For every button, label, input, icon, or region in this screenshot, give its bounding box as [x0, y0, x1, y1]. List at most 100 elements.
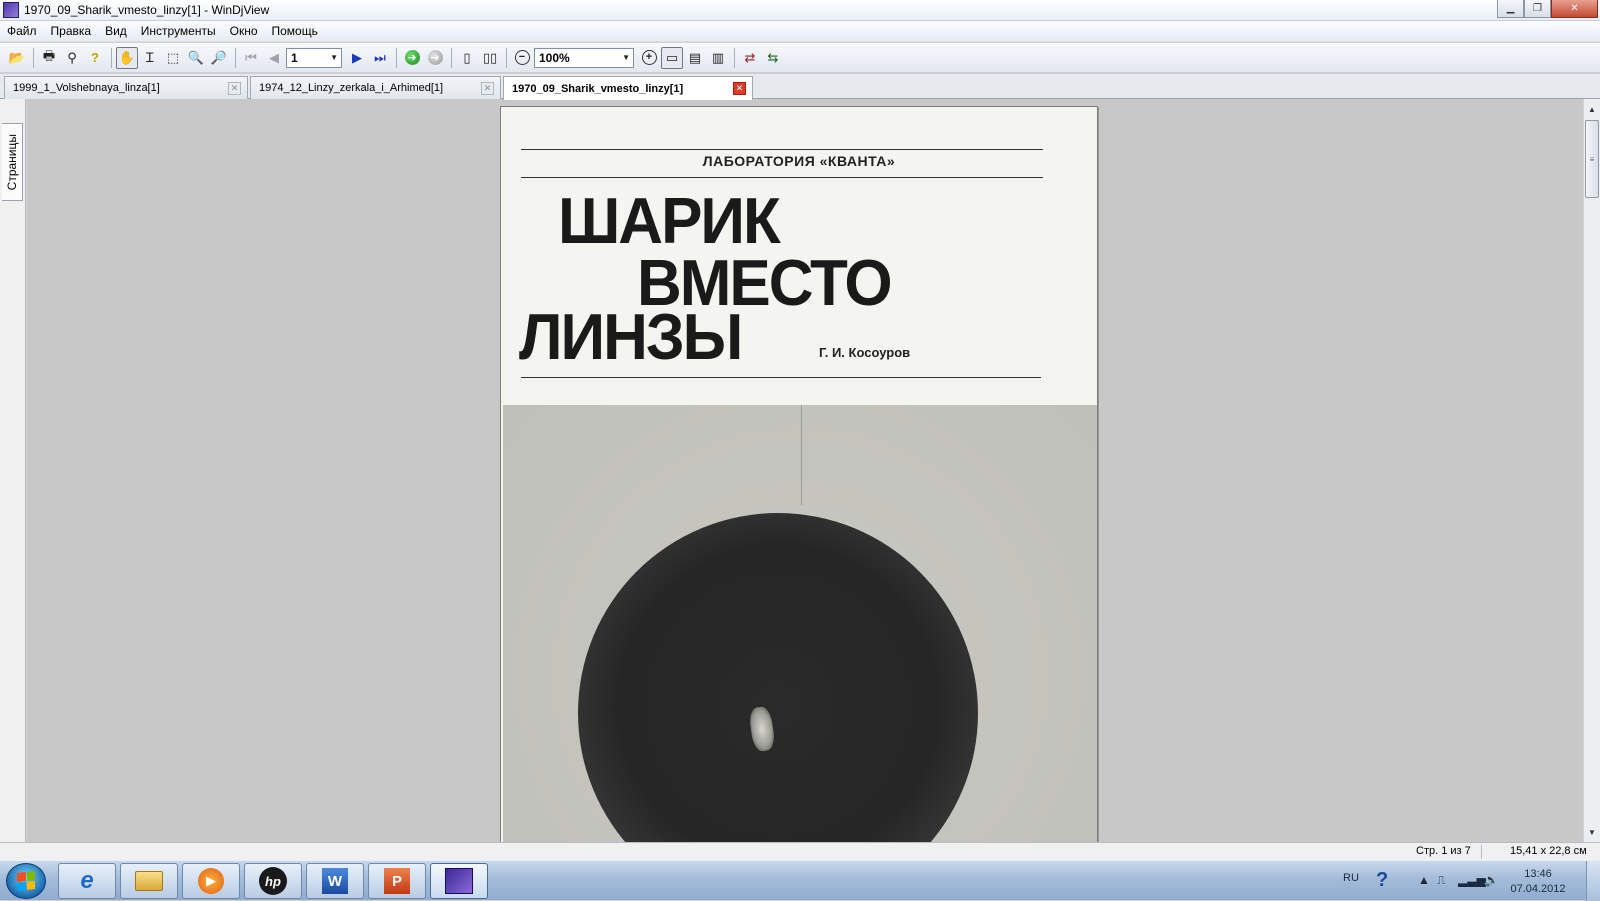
select-rectangle-icon[interactable]: ⬚ — [162, 47, 184, 69]
rotate-left-icon[interactable]: ⇄ — [739, 47, 761, 69]
tab-sharik-vmesto-linzy[interactable]: 1970_09_Sharik_vmesto_linzy[1] ✕ — [503, 76, 753, 100]
tab-label: 1974_12_Linzy_zerkala_i_Arhimed[1] — [259, 82, 444, 94]
scroll-up-icon[interactable]: ▲ — [1584, 101, 1600, 117]
title-rule-bottom — [521, 377, 1041, 378]
page-header: ЛАБОРАТОРИЯ «КВАНТА» — [702, 153, 896, 169]
close-tab-icon[interactable]: ✕ — [481, 82, 494, 95]
back-icon[interactable]: ➜ — [424, 47, 446, 69]
status-bar: Стр. 1 из 7 15,41 x 22,8 см — [0, 842, 1600, 860]
show-desktop-button[interactable] — [1586, 861, 1600, 901]
windjview-icon — [445, 868, 473, 894]
usb-device-icon[interactable]: ⎍ — [1437, 873, 1445, 888]
powerpoint-icon: P — [384, 868, 410, 894]
toolbar-separator — [506, 47, 507, 68]
close-tab-icon[interactable]: ✕ — [733, 82, 746, 95]
status-page-count: Стр. 1 из 7 — [1416, 845, 1482, 859]
tab-linzy-zerkala[interactable]: 1974_12_Linzy_zerkala_i_Arhimed[1] ✕ — [250, 76, 501, 99]
prev-page-icon[interactable]: ◀ — [263, 47, 285, 69]
toolbar-separator — [451, 47, 452, 68]
menu-view[interactable]: Вид — [98, 24, 134, 38]
windows-flag-icon — [17, 871, 35, 891]
network-signal-icon[interactable]: ▂▃▅ — [1458, 873, 1486, 887]
fit-page-icon[interactable]: ▭ — [661, 46, 683, 69]
actual-size-icon[interactable]: ▥ — [707, 47, 729, 69]
last-page-icon[interactable]: ⏭ — [369, 47, 391, 69]
forward-icon[interactable]: ➜ — [401, 47, 423, 69]
volume-icon[interactable]: 🔈 — [1484, 873, 1499, 887]
taskbar-windjview[interactable] — [430, 863, 488, 899]
sphere-photograph — [503, 405, 1097, 842]
minimize-button[interactable]: ▁ — [1497, 0, 1524, 18]
page-number-combo[interactable]: 1 ▼ — [286, 47, 342, 68]
scrollbar-thumb[interactable]: ≡ — [1585, 120, 1599, 198]
clock-date: 07.04.2012 — [1510, 883, 1566, 895]
page-number-value: 1 — [291, 50, 298, 65]
tab-label: 1999_1_Volshebnaya_linza[1] — [13, 82, 160, 94]
photo-crease — [801, 405, 802, 505]
title-bar: 1970_09_Sharik_vmesto_linzy[1] - WinDjVi… — [0, 0, 1600, 21]
menu-edit[interactable]: Правка — [44, 24, 99, 38]
rotate-right-icon[interactable]: ⇆ — [762, 47, 784, 69]
scroll-down-icon[interactable]: ▼ — [1584, 824, 1600, 840]
chevron-down-icon: ▼ — [330, 53, 338, 62]
menu-bar: Файл Правка Вид Инструменты Окно Помощь — [0, 21, 1600, 42]
toolbar: 📂 🖶 ⚲ ? ✋ Ꮖ ⬚ 🔍 🔎 ⏮ ◀ 1 ▼ ▶ ⏭ ➜ ➜ ▯ ▯▯ −… — [0, 43, 1600, 73]
open-folder-icon[interactable]: 📂 — [6, 47, 28, 69]
single-page-icon[interactable]: ▯ — [456, 47, 478, 69]
pages-panel-tab[interactable]: Страницы — [2, 123, 23, 201]
taskbar-powerpoint[interactable]: P — [368, 863, 426, 899]
title-line-3: ЛИНЗЫ — [519, 301, 743, 374]
zoom-rect-icon[interactable]: 🔎 — [208, 47, 230, 69]
zoom-combo[interactable]: 100% ▼ — [534, 47, 634, 68]
next-page-icon[interactable]: ▶ — [346, 47, 368, 69]
select-text-icon[interactable]: Ꮖ — [139, 47, 161, 69]
tab-volshebnaya-linza[interactable]: 1999_1_Volshebnaya_linza[1] ✕ — [4, 76, 248, 99]
toolbar-separator — [33, 47, 34, 68]
restore-button[interactable]: ❐ — [1524, 0, 1551, 18]
show-hidden-icons-icon[interactable]: ▲ — [1418, 873, 1430, 887]
side-panel-strip: Страницы — [0, 99, 26, 842]
tab-label: 1970_09_Sharik_vmesto_linzy[1] — [512, 82, 684, 95]
media-player-icon: ▶ — [198, 868, 224, 894]
find-binoculars-icon[interactable]: ⚲ — [61, 47, 83, 69]
taskbar-hp[interactable]: hp — [244, 863, 302, 899]
windjview-app-icon[interactable] — [3, 2, 19, 18]
close-button[interactable]: ✕ — [1551, 0, 1598, 18]
two-pages-icon[interactable]: ▯▯ — [479, 47, 501, 69]
help-icon[interactable]: ? — [84, 47, 106, 69]
menu-window[interactable]: Окно — [223, 24, 265, 38]
toolbar-separator — [396, 47, 397, 68]
menu-file[interactable]: Файл — [0, 24, 44, 38]
clock-time: 13:46 — [1524, 868, 1552, 880]
zoom-out-icon[interactable]: − — [511, 47, 533, 69]
zoom-in-icon[interactable]: + — [638, 47, 660, 69]
glass-sphere-image — [578, 513, 978, 842]
zoom-icon[interactable]: 🔍 — [185, 47, 207, 69]
fit-width-icon[interactable]: ▤ — [684, 47, 706, 69]
document-page[interactable]: ЛАБОРАТОРИЯ «КВАНТА» ШАРИК ВМЕСТО ЛИНЗЫ … — [500, 106, 1098, 842]
document-viewer[interactable]: ЛАБОРАТОРИЯ «КВАНТА» ШАРИК ВМЕСТО ЛИНЗЫ … — [27, 99, 1583, 842]
taskbar-media-player[interactable]: ▶ — [182, 863, 240, 899]
first-page-icon[interactable]: ⏮ — [240, 47, 262, 69]
header-rule-bottom — [521, 177, 1043, 178]
menu-tools[interactable]: Инструменты — [134, 24, 223, 38]
help-alert-icon[interactable]: ? — [1376, 869, 1388, 892]
header-rule-top — [521, 149, 1043, 150]
print-icon[interactable]: 🖶 — [38, 47, 60, 69]
menu-help[interactable]: Помощь — [265, 24, 325, 38]
taskbar: e ▶ hp W P RU ? ▲ ⎍ ▂▃▅ 🔈 13:46 07.04.20… — [0, 860, 1600, 901]
toolbar-separator — [235, 47, 236, 68]
toolbar-separator — [734, 47, 735, 68]
word-icon: W — [322, 868, 348, 894]
language-indicator[interactable]: RU — [1343, 872, 1359, 884]
start-button[interactable] — [6, 863, 46, 899]
system-clock[interactable]: 13:46 07.04.2012 — [1508, 867, 1568, 897]
taskbar-internet-explorer[interactable]: e — [58, 863, 116, 899]
vertical-scrollbar[interactable]: ▲ ≡ ▼ — [1583, 99, 1600, 842]
chevron-down-icon: ▼ — [622, 53, 630, 62]
close-tab-icon[interactable]: ✕ — [228, 82, 241, 95]
taskbar-word[interactable]: W — [306, 863, 364, 899]
taskbar-windows-explorer[interactable] — [120, 863, 178, 899]
hand-tool-icon[interactable]: ✋ — [116, 46, 138, 69]
article-author: Г. И. Косоуров — [819, 345, 911, 360]
